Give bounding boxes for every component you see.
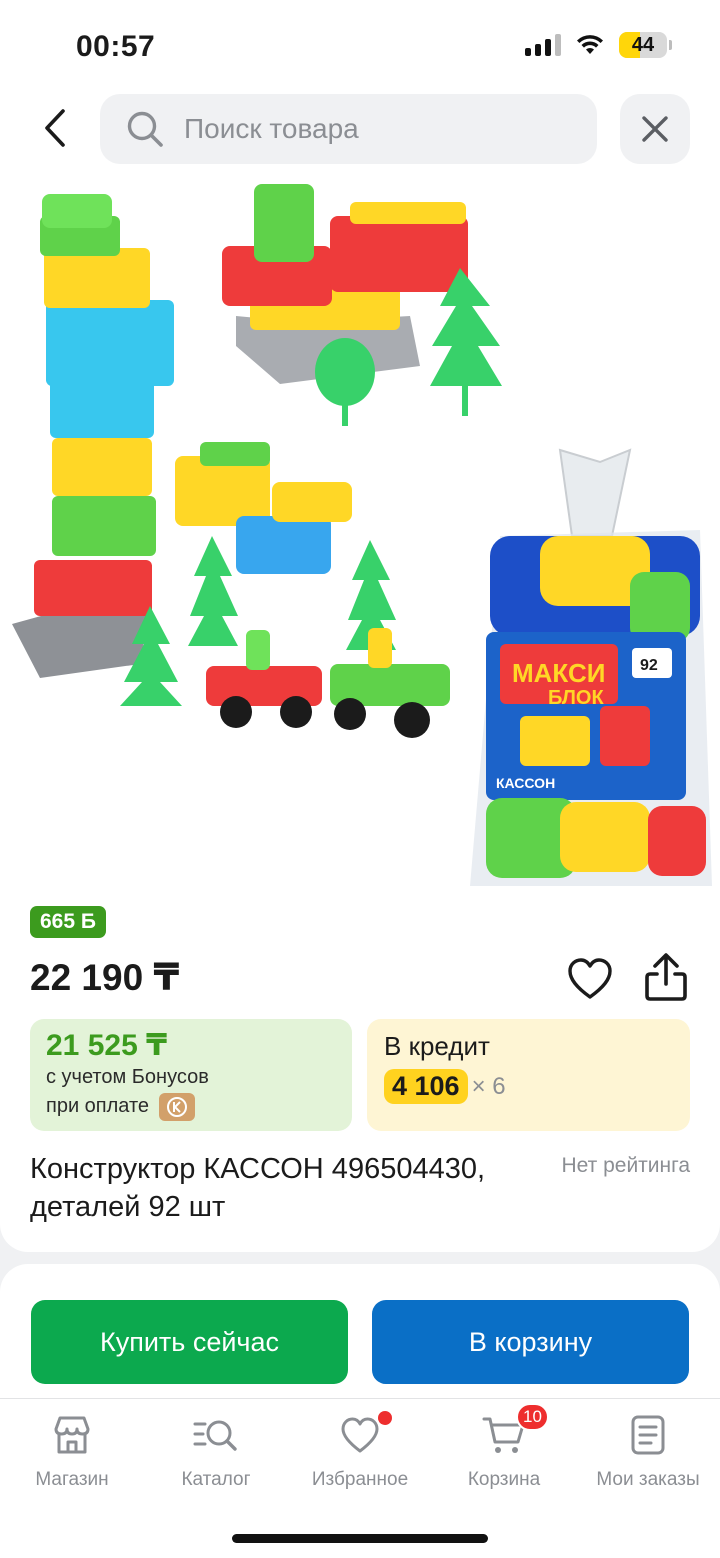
bonus-price-line2: при оплате [46,1095,150,1117]
tab-cart-label: Корзина [467,1469,541,1490]
block-figure [175,442,352,574]
battery-icon: 44 [619,32,667,58]
battery-percent: 44 [631,33,655,56]
tab-orders[interactable]: Мои заказы [576,1413,720,1491]
bonus-price-line2-row: при оплате [46,1092,336,1121]
block-tower [12,194,174,678]
tab-orders-label: Мои заказы [596,1469,700,1490]
product-title: Конструктор КАССОН 496504430, деталей 92… [30,1153,486,1223]
wifi-icon [577,35,603,54]
credit-monthly: 4 106 [384,1069,468,1104]
credit-box[interactable]: В кредит 4 106 × 6 [367,1019,690,1131]
search-placeholder: Поиск товара [184,113,359,144]
bonus-price-box[interactable]: 21 525 ₸ с учетом Бонусов при оплате [30,1019,352,1131]
package-bag: МАКСИ БЛОК 92 КАССОН [470,448,712,886]
bonus-price-amount: 21 525 ₸ [46,1029,167,1062]
tab-cart[interactable]: 10 Корзина [432,1403,576,1491]
favorite-button[interactable] [566,955,614,1003]
close-icon [642,116,668,142]
home-indicator [232,1534,488,1543]
bonus-price-line1: с учетом Бонусов [46,1066,209,1088]
catalog-search-icon [193,1420,237,1451]
product-rating[interactable]: Нет рейтинга [561,1154,690,1178]
cart-count-badge: 10 [516,1403,549,1431]
chevron-left-icon [45,109,65,147]
tab-favorites[interactable]: Избранное [288,1411,432,1491]
heart-icon [568,958,612,999]
status-icons: 44 [525,32,672,58]
tab-catalog[interactable]: Каталог [144,1413,288,1491]
shop-icon [54,1416,90,1454]
favorites-dot-badge [378,1411,392,1425]
search-input[interactable]: Поиск товара [100,94,597,164]
product-image[interactable]: МАКСИ БЛОК 92 КАССОН [0,176,720,890]
share-button[interactable] [642,952,690,1004]
search-icon [127,111,163,147]
package-maker: КАССОН [496,775,555,791]
tab-favorites-label: Избранное [311,1469,409,1490]
tab-shop[interactable]: Магазин [0,1413,144,1491]
close-button[interactable] [620,94,690,164]
package-brand-line2: БЛОК [548,687,604,709]
add-to-cart-button[interactable]: В корзину [372,1300,689,1384]
tab-shop-label: Магазин [35,1469,109,1490]
buy-now-button[interactable]: Купить сейчас [31,1300,348,1384]
back-button[interactable] [30,100,80,156]
share-icon [645,953,687,1001]
kaspi-logo-icon [159,1092,196,1121]
status-time: 00:57 [76,30,156,63]
bonus-badge: 665 Б [30,906,106,938]
signal-icon [525,34,561,56]
credit-title: В кредит [384,1031,490,1061]
package-count: 92 [640,657,658,674]
orders-icon [631,1415,665,1455]
credit-multiplier: × 6 [471,1072,506,1100]
toy-cars [206,628,450,738]
heart-icon [341,1417,379,1453]
package-brand-line1: МАКСИ [512,658,605,688]
product-price: 22 190 ₸ [30,957,180,998]
tab-catalog-label: Каталог [181,1469,251,1490]
